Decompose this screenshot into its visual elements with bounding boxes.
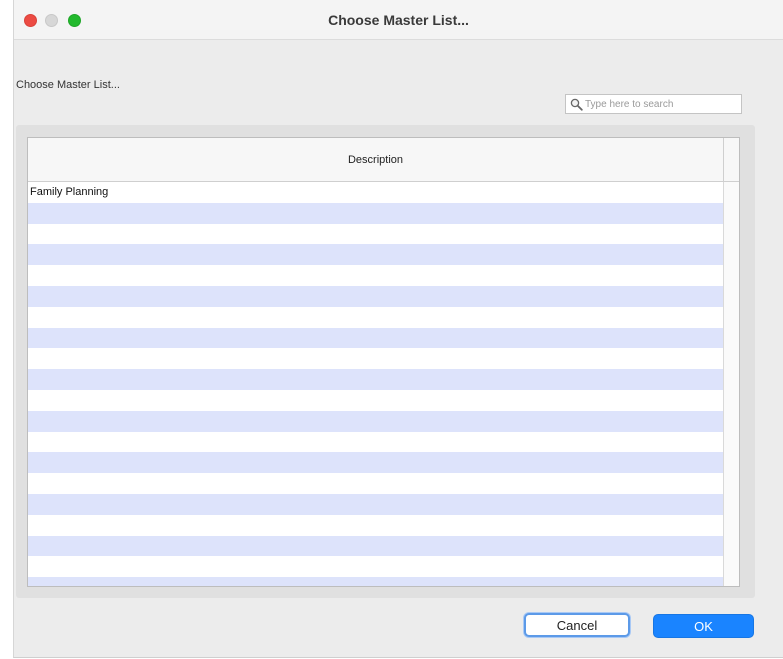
table-row[interactable] bbox=[28, 431, 723, 453]
search-input[interactable] bbox=[585, 96, 735, 112]
table-row[interactable] bbox=[28, 306, 723, 328]
table-row[interactable] bbox=[28, 327, 723, 349]
table-row[interactable] bbox=[28, 244, 723, 266]
search-icon bbox=[570, 98, 583, 111]
cancel-button[interactable]: Cancel bbox=[524, 613, 630, 637]
table-row[interactable] bbox=[28, 556, 723, 578]
table-row[interactable] bbox=[28, 389, 723, 411]
master-list-table[interactable]: Description Family Planning bbox=[27, 137, 740, 587]
table-row[interactable] bbox=[28, 223, 723, 245]
search-field[interactable] bbox=[565, 94, 742, 114]
ok-button[interactable]: OK bbox=[653, 614, 754, 638]
table-row[interactable] bbox=[28, 348, 723, 370]
table-row[interactable] bbox=[28, 493, 723, 515]
header-corner bbox=[723, 138, 739, 182]
column-header-description[interactable]: Description bbox=[28, 138, 723, 181]
table-row[interactable] bbox=[28, 202, 723, 224]
table-row[interactable]: Family Planning bbox=[28, 182, 723, 203]
table-row[interactable] bbox=[28, 577, 723, 586]
table-row[interactable] bbox=[28, 473, 723, 494]
prompt-label: Choose Master List... bbox=[16, 79, 120, 91]
table-body: Family Planning bbox=[28, 182, 723, 586]
vertical-scrollbar[interactable] bbox=[723, 182, 739, 586]
table-row[interactable] bbox=[28, 452, 723, 474]
table-row[interactable] bbox=[28, 514, 723, 536]
table-row[interactable] bbox=[28, 535, 723, 557]
title-bar: Choose Master List... bbox=[14, 0, 783, 40]
table-row[interactable] bbox=[28, 369, 723, 390]
table-row[interactable] bbox=[28, 265, 723, 286]
table-row[interactable] bbox=[28, 285, 723, 307]
window-title: Choose Master List... bbox=[328, 12, 469, 28]
table-row[interactable] bbox=[28, 410, 723, 432]
table-header: Description bbox=[28, 138, 723, 182]
